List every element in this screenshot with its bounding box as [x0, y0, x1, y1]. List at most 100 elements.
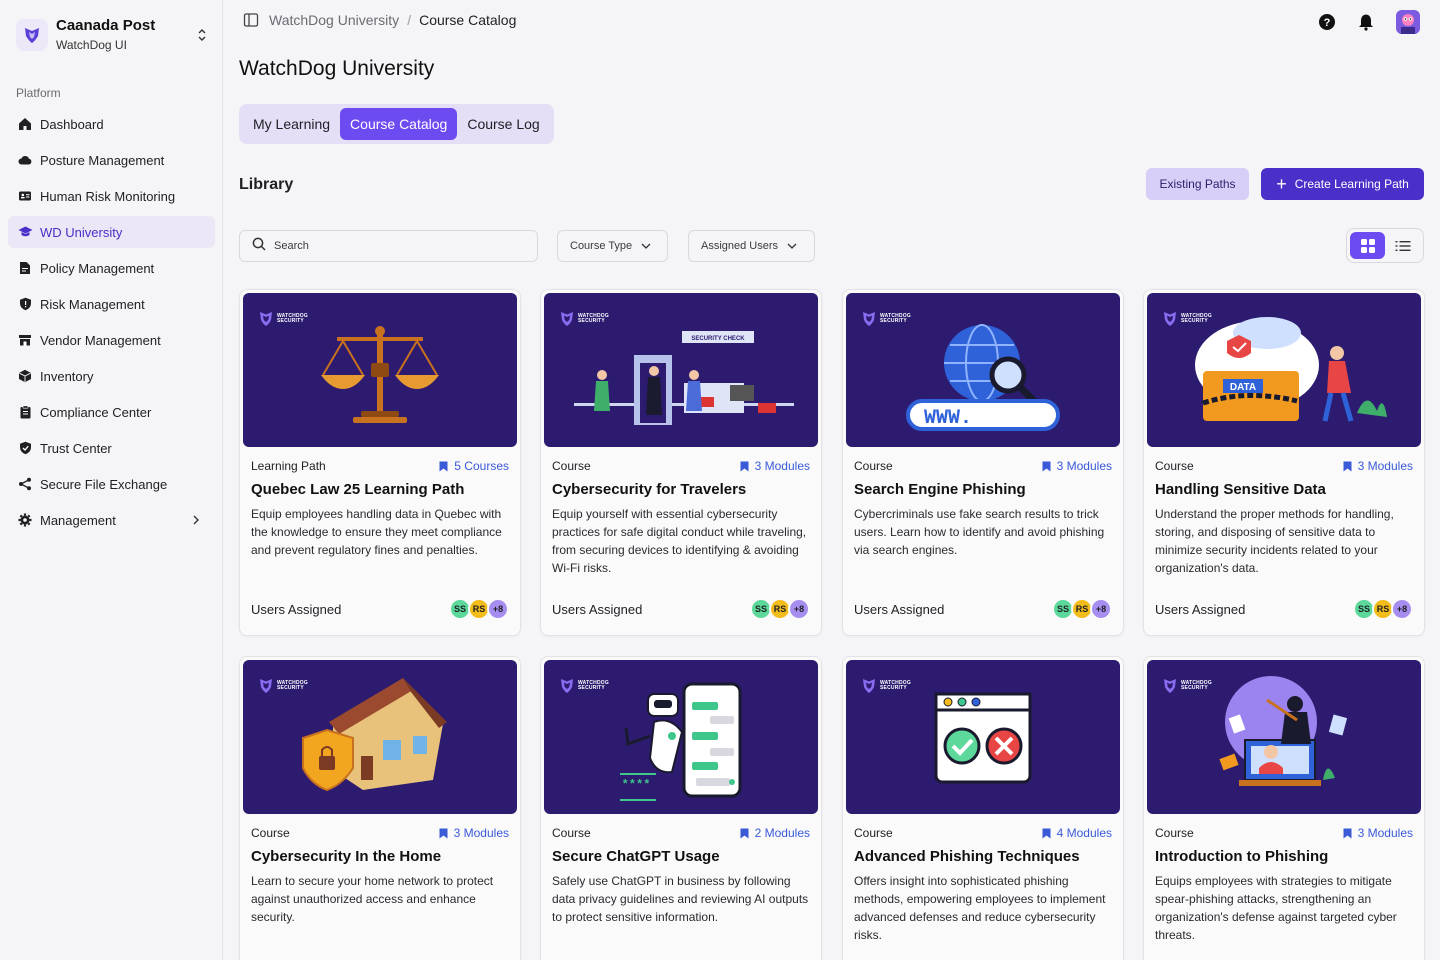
module-count: 3 Modules: [1042, 459, 1112, 473]
list-view-button[interactable]: [1385, 232, 1420, 259]
search-input[interactable]: [274, 240, 514, 252]
sidebar-item-inventory[interactable]: Inventory: [8, 360, 215, 392]
course-type: Course: [854, 459, 893, 473]
course-title: Cybersecurity In the Home: [251, 848, 442, 865]
sidebar-item-trust-center[interactable]: Trust Center: [8, 432, 215, 464]
tab-course-catalog[interactable]: Course Catalog: [340, 108, 458, 140]
module-count: 4 Modules: [1042, 826, 1112, 840]
course-card[interactable]: SECURITY CHECK WATCHDOG SECURITY Course 3 M…: [540, 289, 822, 636]
course-thumbnail: SECURITY CHECK WATCHDOG SECURITY: [544, 293, 818, 447]
course-title: Advanced Phishing Techniques: [854, 848, 1080, 865]
sidebar-item-dashboard[interactable]: Dashboard: [8, 108, 215, 140]
sidebar-item-wd-university[interactable]: WD University: [8, 216, 215, 248]
breadcrumb-parent[interactable]: WatchDog University: [269, 12, 399, 28]
sidebar-item-label: Risk Management: [40, 296, 145, 312]
org-switcher[interactable]: Caanada Post WatchDog UI: [16, 16, 210, 54]
brand-logo: WATCHDOG SECURITY: [1163, 678, 1212, 694]
sidebar-item-label: Vendor Management: [40, 332, 161, 348]
user-chip-more: +8: [1090, 598, 1112, 620]
www-text: WWW.: [924, 407, 972, 430]
help-icon[interactable]: ?: [1318, 13, 1336, 31]
course-thumbnail: **** WATCHDOG SECURITY: [544, 660, 818, 814]
assigned-users-avatars[interactable]: SS RS +8: [750, 598, 810, 620]
brand-logo: WATCHDOG SECURITY: [862, 678, 911, 694]
search-icon: [252, 237, 266, 256]
course-description: Safely use ChatGPT in business by follow…: [552, 874, 809, 924]
user-chip-more: +8: [1391, 598, 1413, 620]
sidebar-item-risk-management[interactable]: Risk Management: [8, 288, 215, 320]
sidebar: Caanada Post WatchDog UI Platform Dashbo…: [0, 0, 223, 960]
bookmark-icon: [1042, 461, 1051, 471]
course-type: Course: [552, 826, 591, 840]
course-card[interactable]: WATCHDOG SECURITY Course 4 Modules Advanced …: [842, 656, 1124, 960]
course-card[interactable]: WWW. WATCHDOG SECURITY Course 3 Modules Sear…: [842, 289, 1124, 636]
brand-logo: WATCHDOG SECURITY: [560, 678, 609, 694]
course-description: Equip yourself with essential cybersecur…: [552, 507, 807, 575]
avatar[interactable]: [1396, 10, 1420, 34]
sidebar-item-compliance-center[interactable]: Compliance Center: [8, 396, 215, 428]
bookmark-icon: [1042, 828, 1051, 838]
sidebar-nav: Dashboard Posture Management Human Risk …: [8, 108, 215, 540]
sidebar-item-vendor-management[interactable]: Vendor Management: [8, 324, 215, 356]
sidebar-item-secure-file-exchange[interactable]: Secure File Exchange: [8, 468, 215, 500]
course-thumbnail: WATCHDOG SECURITY: [243, 660, 517, 814]
sidebar-item-label: Trust Center: [40, 440, 112, 456]
course-type-label: Course Type: [570, 240, 633, 252]
course-thumbnail: WATCHDOG SECURITY: [846, 660, 1120, 814]
sidebar-item-policy-management[interactable]: Policy Management: [8, 252, 215, 284]
breadcrumb: WatchDog University / Course Catalog: [243, 12, 516, 28]
sidebar-item-label: Management: [40, 512, 116, 528]
file-icon: [17, 260, 33, 276]
sidebar-item-label: WD University: [40, 224, 123, 240]
assigned-users-dropdown[interactable]: Assigned Users: [688, 230, 815, 262]
home-icon: [17, 116, 33, 132]
course-type: Course: [854, 826, 893, 840]
module-count: 3 Modules: [439, 826, 509, 840]
tab-course-log[interactable]: Course Log: [457, 108, 549, 140]
assigned-users-avatars[interactable]: SS RS +8: [1353, 598, 1413, 620]
users-assigned-label: Users Assigned: [1155, 602, 1246, 617]
sidebar-item-human-risk-monitoring[interactable]: Human Risk Monitoring: [8, 180, 215, 212]
list-icon: [1395, 240, 1410, 251]
brand-logo: WATCHDOG SECURITY: [560, 311, 609, 327]
shield-check-icon: [17, 440, 33, 456]
store-icon: [17, 332, 33, 348]
course-card[interactable]: WATCHDOG SECURITY Course 3 Modules Introduct…: [1143, 656, 1425, 960]
course-description: Understand the proper methods for handli…: [1155, 507, 1394, 575]
assigned-users-avatars[interactable]: SS RS +8: [449, 598, 509, 620]
course-card[interactable]: **** WATCHDOG SECURITY Course 2 Modules Secu…: [540, 656, 822, 960]
org-subtitle: WatchDog UI: [56, 38, 127, 52]
bell-icon[interactable]: [1358, 13, 1374, 31]
sidebar-item-label: Policy Management: [40, 260, 155, 276]
tab-my-learning[interactable]: My Learning: [243, 108, 340, 140]
module-count: 3 Modules: [740, 459, 810, 473]
bookmark-icon: [1343, 828, 1352, 838]
view-toggle: [1346, 228, 1424, 263]
plus-icon: +: [1276, 174, 1287, 194]
bookmark-icon: [439, 828, 448, 838]
course-thumbnail: WWW. WATCHDOG SECURITY: [846, 293, 1120, 447]
course-type: Course: [1155, 826, 1194, 840]
library-title: Library: [239, 176, 294, 193]
existing-paths-button[interactable]: Existing Paths: [1146, 168, 1249, 200]
create-learning-path-button[interactable]: + Create Learning Path: [1261, 168, 1424, 200]
bookmark-icon: [740, 828, 749, 838]
course-card[interactable]: WATCHDOG SECURITY Course 3 Modules Cybersecu…: [239, 656, 521, 960]
course-title: Search Engine Phishing: [854, 481, 1026, 498]
grid-view-button[interactable]: [1350, 232, 1385, 259]
sidebar-toggle-icon[interactable]: [243, 12, 259, 28]
sidebar-item-posture-management[interactable]: Posture Management: [8, 144, 215, 176]
assigned-users-avatars[interactable]: SS RS +8: [1052, 598, 1112, 620]
course-card[interactable]: DATA WATCHDOG SECURITY Course 3 Modules Hand…: [1143, 289, 1425, 636]
user-chip-more: +8: [487, 598, 509, 620]
sidebar-item-management[interactable]: Management: [8, 504, 215, 536]
gear-icon: [17, 512, 33, 528]
course-description: Equips employees with strategies to miti…: [1155, 874, 1397, 942]
course-title: Introduction to Phishing: [1155, 848, 1329, 865]
course-type: Learning Path: [251, 459, 326, 473]
sidebar-item-label: Posture Management: [40, 152, 165, 168]
sidebar-item-label: Inventory: [40, 368, 94, 384]
course-type-dropdown[interactable]: Course Type: [557, 230, 668, 262]
svg-text:?: ?: [1324, 17, 1331, 29]
course-card[interactable]: WATCHDOG SECURITY Learning Path 5 Courses Qu…: [239, 289, 521, 636]
